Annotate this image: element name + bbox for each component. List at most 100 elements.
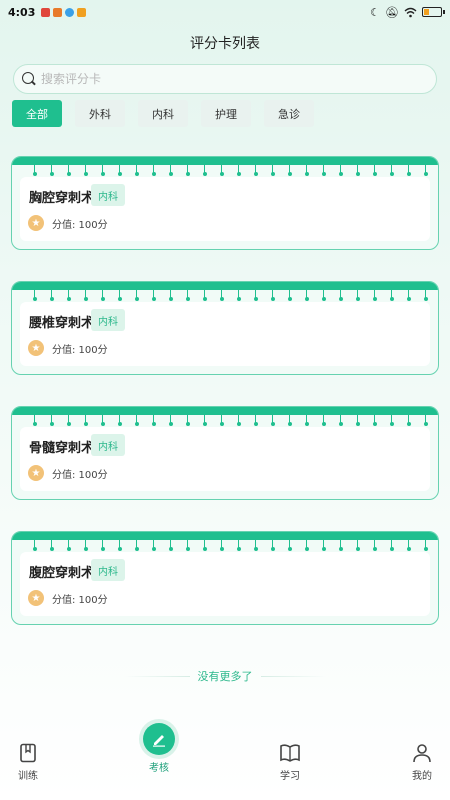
- card-binding: [12, 532, 438, 540]
- ring-hole: [100, 540, 105, 551]
- ring-hole: [321, 290, 326, 301]
- ring-hole: [134, 165, 139, 176]
- ring-hole: [304, 290, 309, 301]
- ring-hole: [270, 540, 275, 551]
- tab-assessment[interactable]: 考核: [129, 722, 189, 774]
- tab-training[interactable]: 训练: [0, 735, 58, 782]
- ring-hole: [236, 165, 241, 176]
- ring-hole: [49, 290, 54, 301]
- ring-hole: [355, 415, 360, 426]
- filter-surgery[interactable]: 外科: [75, 100, 125, 127]
- mute-icon: 🔕︎: [385, 5, 399, 19]
- score-card[interactable]: 腰椎穿刺术 内科 ★ 分值: 100分: [11, 281, 439, 375]
- department-tag: 内科: [91, 184, 125, 206]
- wifi-icon: [404, 7, 417, 17]
- ring-hole: [219, 415, 224, 426]
- notification-icon: [65, 7, 75, 17]
- ring-hole: [372, 540, 377, 551]
- tab-study[interactable]: 学习: [260, 735, 320, 782]
- ring-hole: [49, 165, 54, 176]
- ring-hole: [338, 540, 343, 551]
- tab-label: 考核: [149, 763, 169, 774]
- ring-hole: [219, 540, 224, 551]
- tab-label: 学习: [280, 771, 300, 782]
- search-box[interactable]: [13, 64, 437, 94]
- list-end-indicator: 没有更多了: [0, 668, 450, 684]
- ring-hole: [389, 165, 394, 176]
- notification-icon: [77, 7, 87, 17]
- score-row: ★ 分值: 100分: [28, 465, 108, 481]
- ring-hole: [287, 540, 292, 551]
- filter-tabs: 全部 外科 内科 护理 急诊: [12, 100, 314, 127]
- ring-hole: [151, 290, 156, 301]
- ring-hole: [321, 165, 326, 176]
- filter-nursing[interactable]: 护理: [201, 100, 251, 127]
- tab-profile[interactable]: 我的: [392, 735, 450, 782]
- ring-hole: [236, 290, 241, 301]
- ring-hole: [287, 165, 292, 176]
- ring-hole: [253, 415, 258, 426]
- ring-hole: [117, 415, 122, 426]
- ring-hole: [270, 290, 275, 301]
- ring-hole: [168, 415, 173, 426]
- ring-hole: [389, 290, 394, 301]
- score-card[interactable]: 骨髓穿刺术 内科 ★ 分值: 100分: [11, 406, 439, 500]
- ring-hole: [49, 415, 54, 426]
- ring-hole: [134, 540, 139, 551]
- filter-emergency[interactable]: 急诊: [264, 100, 314, 127]
- ring-hole: [253, 165, 258, 176]
- tab-label: 训练: [18, 771, 38, 782]
- ring-hole: [389, 415, 394, 426]
- ring-hole: [117, 165, 122, 176]
- ring-hole: [83, 165, 88, 176]
- ring-hole: [32, 540, 37, 551]
- ring-hole: [202, 415, 207, 426]
- ring-hole: [304, 415, 309, 426]
- star-icon: ★: [28, 340, 44, 356]
- bottom-tab-bar: 训练 考核 学习 我的: [0, 715, 450, 800]
- status-time: 4:03: [8, 5, 36, 19]
- search-input[interactable]: [41, 72, 436, 86]
- ring-hole: [253, 540, 258, 551]
- ring-hole: [321, 540, 326, 551]
- ring-hole: [219, 290, 224, 301]
- ring-hole: [406, 415, 411, 426]
- pencil-icon: [143, 723, 175, 755]
- card-body: 腰椎穿刺术 内科 ★ 分值: 100分: [20, 302, 430, 366]
- card-binding: [12, 282, 438, 290]
- ring-hole: [83, 290, 88, 301]
- ring-hole: [32, 290, 37, 301]
- ring-hole: [338, 415, 343, 426]
- score-row: ★ 分值: 100分: [28, 215, 108, 231]
- ring-hole: [168, 165, 173, 176]
- ring-hole: [151, 165, 156, 176]
- filter-all[interactable]: 全部: [12, 100, 62, 127]
- card-body: 腹腔穿刺术 内科 ★ 分值: 100分: [20, 552, 430, 616]
- no-more-text: 没有更多了: [197, 670, 253, 683]
- ring-hole: [321, 415, 326, 426]
- status-bar: 4:03 ☾ 🔕︎: [0, 0, 450, 24]
- battery-icon: [422, 7, 445, 17]
- card-rings: [32, 540, 428, 552]
- score-card[interactable]: 腹腔穿刺术 内科 ★ 分值: 100分: [11, 531, 439, 625]
- ring-hole: [202, 165, 207, 176]
- ring-hole: [406, 540, 411, 551]
- department-tag: 内科: [91, 309, 125, 331]
- score-card[interactable]: 胸腔穿刺术 内科 ★ 分值: 100分: [11, 156, 439, 250]
- ring-hole: [389, 540, 394, 551]
- ring-hole: [287, 415, 292, 426]
- ring-hole: [66, 415, 71, 426]
- ring-hole: [219, 165, 224, 176]
- search-icon: [22, 72, 36, 86]
- ring-hole: [151, 540, 156, 551]
- card-rings: [32, 290, 428, 302]
- card-binding: [12, 407, 438, 415]
- ring-hole: [32, 415, 37, 426]
- score-text: 分值: 100分: [52, 469, 108, 481]
- ring-hole: [338, 165, 343, 176]
- ring-hole: [100, 290, 105, 301]
- card-body: 胸腔穿刺术 内科 ★ 分值: 100分: [20, 177, 430, 241]
- filter-internal[interactable]: 内科: [138, 100, 188, 127]
- ring-hole: [423, 165, 428, 176]
- divider: [260, 675, 326, 677]
